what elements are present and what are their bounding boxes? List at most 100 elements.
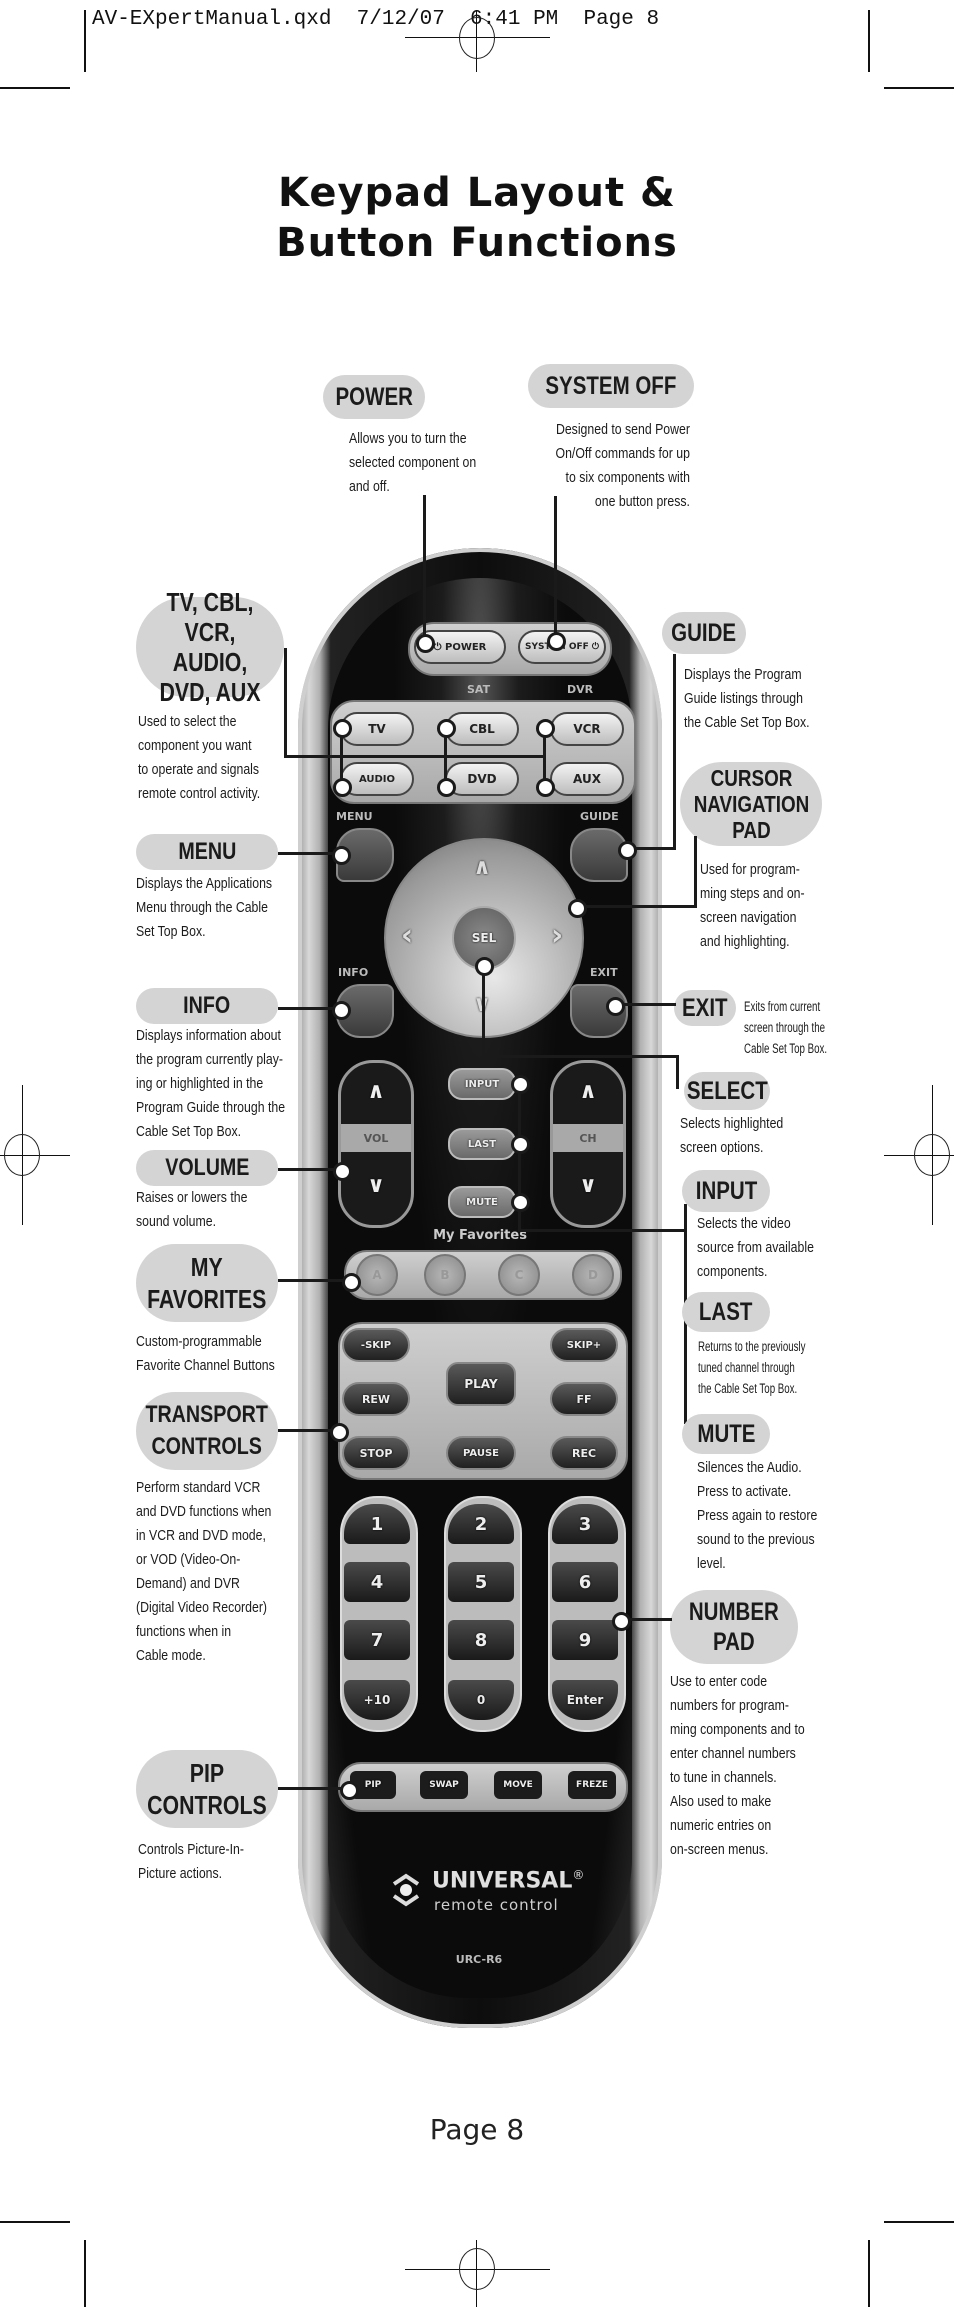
mode-leader-line (284, 755, 544, 758)
leader-dot (437, 719, 456, 738)
volume-leader-line (278, 1168, 340, 1171)
guide-label: GUIDE (580, 810, 619, 823)
record-button[interactable]: REC (550, 1436, 618, 1470)
volume-up-button[interactable]: ∧ (341, 1066, 411, 1116)
callout-text: NUMBER PAD (689, 1598, 779, 1656)
number-6-button[interactable]: 6 (552, 1562, 618, 1602)
mode-dvd-button[interactable]: DVD (445, 762, 519, 796)
callout-text: TRANSPORT CONTROLS (145, 1401, 269, 1460)
nav-left-button[interactable]: ‹ (388, 910, 426, 960)
cursor-pad-callout-label: CURSOR NAVIGATION PAD (680, 762, 822, 846)
leader-dot (511, 1193, 530, 1212)
leader-dot (333, 1162, 352, 1181)
ch-label: CH (553, 1124, 623, 1152)
crop-mark (84, 10, 86, 72)
skip-back-button[interactable]: -SKIP (342, 1328, 410, 1362)
callout-text: SYSTEM OFF (545, 371, 677, 400)
mode-leader-line (284, 648, 287, 757)
crop-mark (884, 87, 954, 89)
leader-dot (536, 778, 555, 797)
rewind-button[interactable]: REW (342, 1382, 410, 1416)
page-number: Page 8 (429, 2113, 525, 2146)
crop-mark (84, 2240, 86, 2307)
info-callout-desc: Displays information about the program c… (136, 1024, 318, 1144)
channel-down-button[interactable]: ∨ (553, 1160, 623, 1210)
select-callout-label: SELECT (684, 1072, 770, 1110)
mode-vcr-button[interactable]: VCR (550, 712, 624, 746)
nav-up-button[interactable]: ∧ (452, 848, 512, 886)
power-callout-desc: Allows you to turn the selected componen… (349, 427, 504, 499)
input-button[interactable]: INPUT (448, 1068, 516, 1100)
leader-dot (332, 846, 351, 865)
select-leader-line (676, 1055, 679, 1089)
callout-text: TV, CBL, VCR, AUDIO, DVD, AUX (159, 587, 261, 707)
favorite-b-button[interactable]: B (424, 1254, 466, 1296)
skip-forward-button[interactable]: SKIP+ (550, 1328, 618, 1362)
callout-text: SELECT (686, 1076, 768, 1105)
mode-cbl-button[interactable]: CBL (445, 712, 519, 746)
volume-callout-desc: Raises or lowers the sound volume. (136, 1186, 272, 1234)
leader-dot (511, 1075, 530, 1094)
crop-mark (0, 2221, 70, 2223)
brand-name: UNIVERSAL® (432, 1868, 584, 1893)
transport-leader-line (278, 1429, 336, 1432)
favorites-callout-desc: Custom-programmable Favorite Channel But… (136, 1330, 305, 1378)
number-7-button[interactable]: 7 (344, 1620, 410, 1660)
play-button[interactable]: PLAY (446, 1362, 516, 1406)
registered-mark: ® (572, 1868, 585, 1882)
file-slug: AV-EXpertManual.qxd 7/12/07 6:41 PM Page… (92, 8, 660, 31)
leader-dot (612, 1612, 631, 1631)
title-line-2: Button Functions (276, 220, 678, 266)
nav-right-button[interactable]: › (538, 910, 576, 960)
callout-text: Perform standard VCR and DVD functions w… (136, 1479, 272, 1664)
freeze-button[interactable]: FREZE (568, 1771, 616, 1799)
number-pad-callout-desc: Use to enter code numbers for program- m… (670, 1670, 834, 1862)
page-title: Keypad Layout & Button Functions (0, 168, 954, 268)
vol-label: VOL (341, 1124, 411, 1152)
callout-text: GUIDE (671, 618, 737, 647)
stop-button[interactable]: STOP (342, 1436, 410, 1470)
callout-text: INFO (183, 992, 231, 1019)
last-callout-label: LAST (682, 1292, 770, 1332)
callout-text: MUTE (696, 1419, 756, 1448)
mode-aux-button[interactable]: AUX (550, 762, 624, 796)
number-9-button[interactable]: 9 (552, 1620, 618, 1660)
leader-dot (511, 1135, 530, 1154)
guide-leader-line (673, 654, 676, 850)
callout-text: POWER (335, 382, 413, 411)
favorite-a-button[interactable]: A (356, 1254, 398, 1296)
move-button[interactable]: MOVE (494, 1771, 542, 1799)
leader-dot (332, 1001, 351, 1020)
registration-mark (459, 2248, 495, 2290)
mute-button[interactable]: MUTE (448, 1186, 516, 1218)
channel-up-button[interactable]: ∧ (553, 1066, 623, 1116)
callout-text: Controls Picture-In- Picture actions. (138, 1841, 244, 1882)
crop-mark (868, 2240, 870, 2307)
leader-dot (437, 778, 456, 797)
last-callout-desc: Returns to the previously tuned channel … (698, 1336, 847, 1399)
favorite-d-button[interactable]: D (572, 1254, 614, 1296)
callout-text: EXIT (682, 993, 728, 1022)
callout-text: Displays the Program Guide listings thro… (684, 666, 810, 731)
fast-forward-button[interactable]: FF (550, 1382, 618, 1416)
favorites-callout-label: MY FAVORITES (136, 1244, 278, 1322)
number-5-button[interactable]: 5 (448, 1562, 514, 1602)
last-button[interactable]: LAST (448, 1128, 516, 1160)
crop-mark (884, 2221, 954, 2223)
crop-mark (868, 10, 870, 72)
title-line-1: Keypad Layout & (278, 170, 676, 216)
swap-button[interactable]: SWAP (420, 1771, 468, 1799)
pause-button[interactable]: PAUSE (446, 1436, 516, 1470)
leader-dot (342, 1273, 361, 1292)
number-8-button[interactable]: 8 (448, 1620, 514, 1660)
leader-dot (475, 957, 494, 976)
cursor-leader-line (694, 836, 697, 907)
guide-callout-desc: Displays the Program Guide listings thro… (684, 663, 837, 735)
exit-callout-desc: Exits from current screen through the Ca… (744, 996, 859, 1059)
callout-text: Allows you to turn the selected componen… (349, 430, 477, 495)
menu-leader-line (278, 852, 338, 855)
pip-callout-label: PIP CONTROLS (136, 1750, 278, 1828)
number-4-button[interactable]: 4 (344, 1562, 410, 1602)
transport-callout-desc: Perform standard VCR and DVD functions w… (136, 1476, 301, 1668)
favorite-c-button[interactable]: C (498, 1254, 540, 1296)
